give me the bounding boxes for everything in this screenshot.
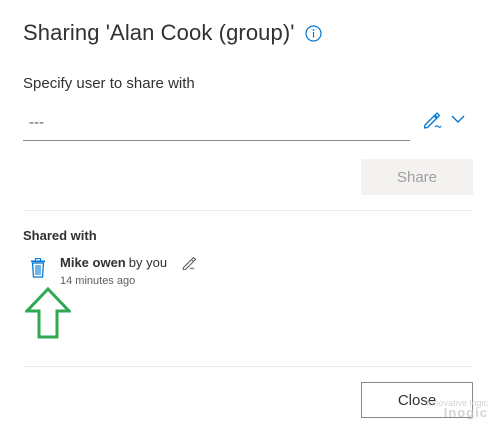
dialog-header: Sharing 'Alan Cook (group)' xyxy=(23,20,322,46)
entry-shared-by: by you xyxy=(128,255,168,270)
entry-timestamp: 14 minutes ago xyxy=(60,275,136,287)
shared-entry: Mike owen by you 14 minutes ago xyxy=(27,254,327,294)
entry-user: Mike owen by you xyxy=(60,255,167,270)
share-button[interactable]: Share xyxy=(361,159,473,195)
watermark-brand: Inogic xyxy=(443,405,488,420)
chevron-down-icon[interactable] xyxy=(450,112,466,126)
shared-with-heading: Shared with xyxy=(23,228,97,243)
footer-divider xyxy=(23,366,473,367)
watermark-logo: Innovative logic Inogic xyxy=(398,398,488,420)
divider xyxy=(23,210,473,211)
user-search-input[interactable] xyxy=(23,108,416,136)
trash-icon[interactable] xyxy=(30,257,46,278)
up-arrow-annotation-icon xyxy=(23,286,73,339)
dialog-title: Sharing 'Alan Cook (group)' xyxy=(23,20,295,45)
user-field xyxy=(23,108,416,141)
people-picker-icon[interactable] xyxy=(421,108,443,130)
info-icon[interactable] xyxy=(304,24,322,42)
pencil-edit-icon[interactable] xyxy=(181,254,197,271)
specify-user-label: Specify user to share with xyxy=(23,75,195,92)
entry-name: Mike owen xyxy=(60,255,126,270)
